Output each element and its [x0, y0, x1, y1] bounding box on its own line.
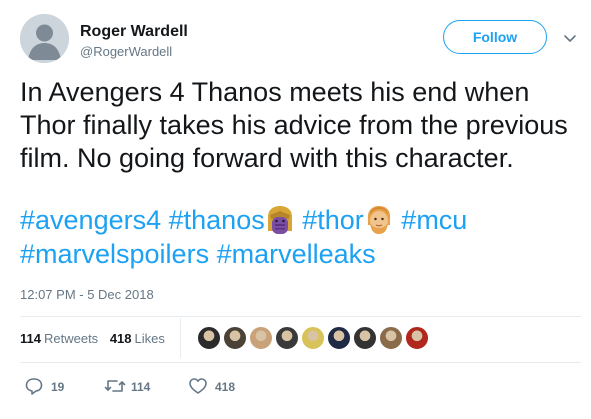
display-name[interactable]: Roger Wardell — [80, 22, 188, 42]
tweet-timestamp[interactable]: 12:07 PM - 5 Dec 2018 — [20, 287, 154, 302]
likes-count: 418 — [109, 331, 132, 346]
follow-button[interactable]: Follow — [443, 20, 547, 54]
hashtag-link[interactable]: #avengers4 — [20, 205, 161, 235]
user-avatar[interactable] — [20, 14, 69, 63]
user-handle[interactable]: @RogerWardell — [80, 43, 188, 61]
tweet-header: Roger Wardell @RogerWardell Follow — [20, 14, 577, 66]
hashtag-link[interactable]: #thor — [302, 205, 364, 235]
retweet-icon — [104, 380, 126, 392]
likes-label: Likes — [134, 331, 165, 346]
liker-avatar[interactable] — [197, 326, 221, 350]
user-names[interactable]: Roger Wardell @RogerWardell — [80, 22, 188, 61]
divider — [20, 362, 581, 363]
reply-icon — [25, 378, 43, 395]
liker-avatar[interactable] — [301, 326, 325, 350]
likes-stat[interactable]: 418 Likes — [110, 330, 165, 348]
tweet-text: In Avengers 4 Thanos meets his end when … — [20, 76, 580, 175]
retweets-label: Retweets — [43, 331, 99, 346]
hashtag-link[interactable]: #marvelspoilers — [20, 239, 209, 269]
tweet-text-line: Thor finally takes his advice from the p… — [20, 110, 568, 140]
liker-avatar[interactable] — [353, 326, 377, 350]
hashtag-link[interactable]: #thanos — [169, 205, 265, 235]
liker-avatar[interactable] — [223, 326, 247, 350]
tweet-stats: 114 Retweets 418 Likes — [20, 330, 173, 352]
hashtag-link[interactable]: #marvelleaks — [217, 239, 376, 269]
chevron-down-icon[interactable] — [562, 30, 578, 46]
liker-avatar[interactable] — [275, 326, 299, 350]
liker-avatar[interactable] — [249, 326, 273, 350]
liker-avatar[interactable] — [405, 326, 429, 350]
thanos-face-emoji — [265, 205, 295, 235]
like-count: 418 — [215, 380, 236, 394]
liker-avatar[interactable] — [327, 326, 351, 350]
stats-separator — [180, 318, 181, 358]
retweet-count: 114 — [131, 380, 151, 394]
tweet-hashtags: #avengers4 #thanos #thor #mcu #marvelspo… — [20, 203, 580, 271]
default-avatar-icon — [20, 14, 69, 63]
liker-avatar[interactable] — [379, 326, 403, 350]
reply-count: 19 — [51, 380, 65, 394]
tweet-text-line: film. No going forward with this charact… — [20, 143, 514, 173]
retweets-stat[interactable]: 114 Retweets — [20, 330, 98, 348]
hashtag-link[interactable]: #mcu — [401, 205, 467, 235]
divider — [20, 316, 581, 317]
retweets-count: 114 — [20, 331, 41, 346]
tweet-text-line: In Avengers 4 Thanos meets his end when — [20, 77, 530, 107]
thor-face-emoji — [364, 205, 394, 235]
heart-icon — [189, 378, 207, 394]
